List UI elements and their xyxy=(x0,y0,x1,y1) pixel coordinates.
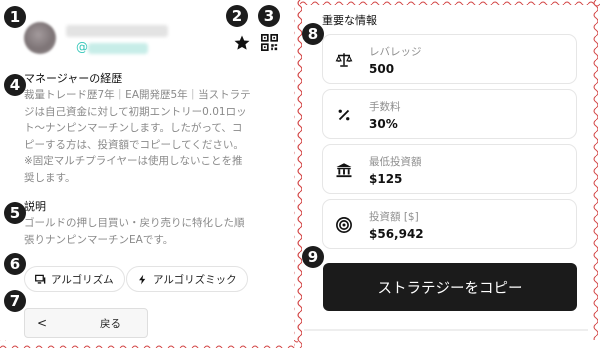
bank-icon xyxy=(336,163,352,178)
minimum-investment-card: 最低投資額 $125 xyxy=(322,144,577,194)
lightning-icon xyxy=(139,274,146,284)
description-text: ゴールドの押し目買い・戻り売りに特化した順 張りナンピンマーチンEAです。 xyxy=(24,215,245,248)
handle-prefix: @ xyxy=(76,40,88,54)
fee-card: 手数料 30% xyxy=(322,89,577,139)
star-icon[interactable] xyxy=(233,34,251,52)
avatar xyxy=(24,22,56,54)
manager-background-line: ピーする方は、投資額でコピーしてください。 xyxy=(24,138,244,151)
minimum-investment-value: $125 xyxy=(369,172,403,186)
tag-label: アルゴリズミック xyxy=(153,273,237,286)
manager-background-heading: マネージャーの経歴 xyxy=(24,72,123,85)
annotation-marker-9: 9 xyxy=(302,246,324,268)
investment-amount-card: 投資額 [$] $56,942 xyxy=(322,199,577,249)
annotation-marker-6: 6 xyxy=(4,253,26,275)
leverage-value: 500 xyxy=(369,62,395,76)
manager-background-line: 奨します。 xyxy=(24,171,76,184)
leverage-label: レバレッジ xyxy=(369,46,422,58)
manager-background-text: 裁量トレード歴7年｜EA開発歴5年｜当ストラテ ジは自己資金に対して初期エントリ… xyxy=(24,87,251,186)
manager-background-line: ト〜ナンピンマーチンします。したがって、コ xyxy=(24,122,243,134)
tag-algorithm[interactable]: アルゴリズム xyxy=(24,266,125,292)
annotation-marker-7: 7 xyxy=(4,290,26,312)
back-label: 戻る xyxy=(100,317,121,330)
annotation-marker-8: 8 xyxy=(302,23,324,45)
back-button[interactable]: < 戻る xyxy=(24,308,148,338)
leverage-card: レバレッジ 500 xyxy=(322,34,577,84)
investment-amount-value: $56,942 xyxy=(369,227,424,241)
manager-background-line: 裁量トレード歴7年｜EA開発歴5年｜当ストラテ xyxy=(24,89,251,101)
investment-amount-label: 投資額 [$] xyxy=(369,211,419,223)
copy-strategy-button[interactable]: ストラテジーをコピー xyxy=(323,263,577,311)
manager-handle-redacted xyxy=(88,43,148,54)
tag-label: アルゴリズム xyxy=(51,273,114,286)
fee-value: 30% xyxy=(369,117,398,131)
description-line: ゴールドの押し目買い・戻り売りに特化した順 xyxy=(24,217,245,229)
annotation-marker-4: 4 xyxy=(4,74,26,96)
description-line: 張りナンピンマーチンEAです。 xyxy=(24,233,174,246)
qr-code-icon[interactable] xyxy=(261,34,278,51)
annotation-marker-5: 5 xyxy=(4,202,26,224)
monitor-icon xyxy=(35,274,46,284)
description-heading: 説明 xyxy=(24,200,46,213)
manager-name-redacted xyxy=(66,25,168,37)
manager-background-line: ※固定マルチプライヤーは使用しないことを推 xyxy=(24,155,243,167)
tag-algorithmic[interactable]: アルゴリズミック xyxy=(126,266,248,292)
panel-divider xyxy=(304,329,588,331)
percent-icon xyxy=(338,109,350,121)
annotation-marker-2: 2 xyxy=(226,5,248,27)
manager-background-line: ジは自己資金に対して初期エントリー0.01ロッ xyxy=(24,105,247,118)
chevron-left-icon: < xyxy=(37,316,48,330)
annotation-marker-3: 3 xyxy=(258,5,280,27)
scale-icon xyxy=(335,53,353,67)
important-info-heading: 重要な情報 xyxy=(322,14,377,27)
annotation-marker-1: 1 xyxy=(4,6,26,28)
minimum-investment-label: 最低投資額 xyxy=(369,156,422,168)
target-icon xyxy=(336,217,352,233)
fee-label: 手数料 xyxy=(369,101,401,113)
